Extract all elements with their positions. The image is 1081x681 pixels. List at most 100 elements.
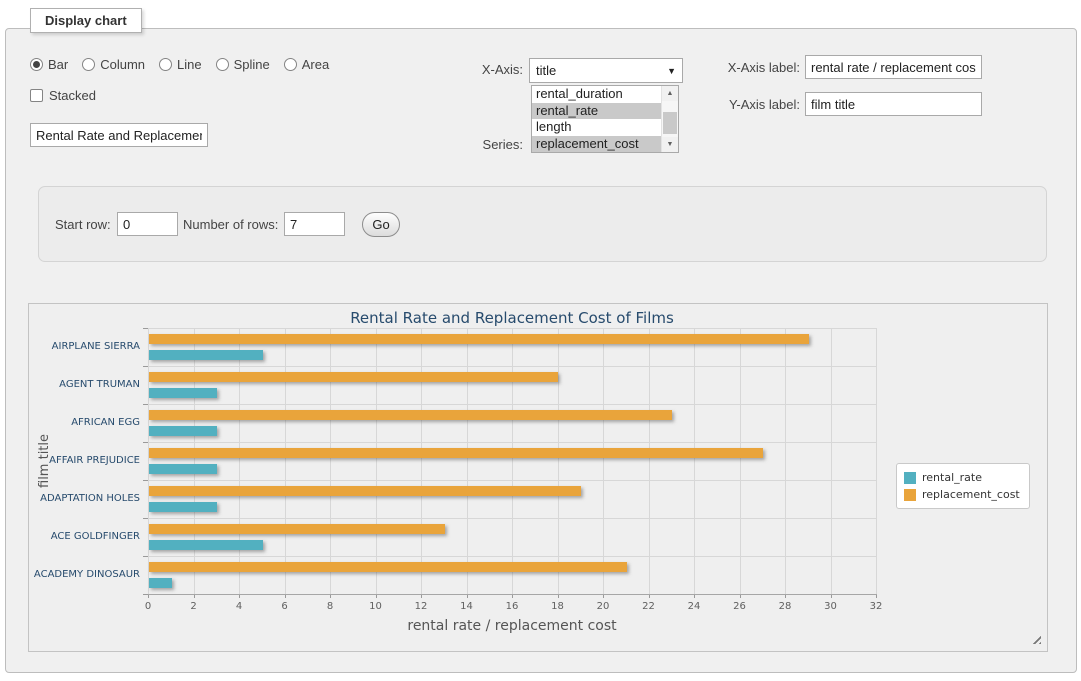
legend-swatch [904,472,916,484]
listbox-scrollbar[interactable]: ▲ ▼ [661,86,678,152]
series-option-length[interactable]: length [532,119,678,136]
radio-option-area[interactable]: Area [284,57,329,72]
radio-icon[interactable] [82,58,95,71]
bar-rental_rate [149,540,263,550]
y-tick [143,480,148,481]
y-tick [143,556,148,557]
radio-option-line[interactable]: Line [159,57,202,72]
chart-title: Rental Rate and Replacement Cost of Film… [148,309,876,327]
radio-icon[interactable] [216,58,229,71]
x-tick-label: 18 [538,601,578,612]
radio-option-bar[interactable]: Bar [30,57,68,72]
bar-rental_rate [149,388,217,398]
gridline [694,328,695,594]
x-tick-label: 32 [856,601,896,612]
gridline [330,328,331,594]
gridline [148,556,876,557]
x-tick-label: 28 [765,601,805,612]
chart-type-radio-group: Bar Column Line Spline Area [30,57,343,72]
resize-grip-icon[interactable] [1030,633,1041,644]
stacked-checkbox[interactable] [30,89,43,102]
gridline [512,328,513,594]
radio-label: Bar [48,57,68,72]
chart-title-input[interactable] [30,123,208,147]
bar-rental_rate [149,350,263,360]
gridline [785,328,786,594]
bar-replacement_cost [149,372,558,382]
x-tick-label: 26 [720,601,760,612]
radio-option-spline[interactable]: Spline [216,57,270,72]
panel-title: Display chart [30,8,142,33]
legend-item-rental_rate[interactable]: rental_rate [904,469,1020,486]
scroll-down-icon[interactable]: ▼ [662,137,678,152]
gridline [148,518,876,519]
series-option-replacement_cost[interactable]: replacement_cost [532,136,678,153]
y-axis-title: film title [37,328,52,594]
x-tick-label: 8 [310,601,350,612]
radio-icon[interactable] [159,58,172,71]
series-listbox-label: Series: [440,137,523,152]
gridline [285,328,286,594]
bar-replacement_cost [149,410,672,420]
legend-item-replacement_cost[interactable]: replacement_cost [904,486,1020,503]
stacked-option[interactable]: Stacked [30,88,96,103]
x-axis-title: rental rate / replacement cost [148,618,876,634]
radio-label: Column [100,57,145,72]
x-tick-label: 10 [356,601,396,612]
gridline [239,328,240,594]
bar-rental_rate [149,578,172,588]
x-tick-label: 30 [811,601,851,612]
x-tick-label: 24 [674,601,714,612]
legend-label: replacement_cost [922,488,1020,501]
legend-swatch [904,489,916,501]
x-axis-selected-value: title [536,63,556,78]
y-tick [143,366,148,367]
y-axis-label-caption: Y-Axis label: [700,97,800,112]
gridline [831,328,832,594]
start-row-input[interactable] [117,212,178,236]
gridline [740,328,741,594]
gridline [148,366,876,367]
gridline [558,328,559,594]
gridline [876,328,877,594]
bar-replacement_cost [149,562,627,572]
radio-icon[interactable] [30,58,43,71]
gridline [148,404,876,405]
gridline [148,480,876,481]
x-tick-label: 16 [492,601,532,612]
x-tick-label: 4 [219,601,259,612]
bar-rental_rate [149,502,217,512]
gridline [376,328,377,594]
radio-option-column[interactable]: Column [82,57,145,72]
gridline [421,328,422,594]
series-option-rental_rate[interactable]: rental_rate [532,103,678,120]
series-listbox[interactable]: rental_durationrental_ratelengthreplacem… [531,85,679,153]
y-axis-label-input[interactable] [805,92,982,116]
scrollbar-thumb[interactable] [663,112,677,134]
x-axis-select[interactable]: title ▼ [529,58,683,83]
series-option-rental_duration[interactable]: rental_duration [532,86,678,103]
bar-rental_rate [149,464,217,474]
x-tick-label: 2 [174,601,214,612]
bar-replacement_cost [149,334,809,344]
radio-icon[interactable] [284,58,297,71]
chart-legend: rental_rate replacement_cost [896,463,1030,509]
bar-replacement_cost [149,486,581,496]
scroll-up-icon[interactable]: ▲ [662,86,678,101]
go-button[interactable]: Go [362,212,400,237]
gridline [467,328,468,594]
start-row-label: Start row: [55,217,111,232]
number-of-rows-input[interactable] [284,212,345,236]
legend-label: rental_rate [922,471,982,484]
x-axis-line [148,594,877,595]
x-axis-label-input[interactable] [805,55,982,79]
y-tick [143,328,148,329]
page: Display chart Bar Column Line Spline Area St… [0,0,1081,681]
y-tick [143,442,148,443]
gridline [148,328,876,329]
bar-replacement_cost [149,524,445,534]
x-tick-label: 22 [629,601,669,612]
x-tick-label: 12 [401,601,441,612]
x-tick-label: 20 [583,601,623,612]
x-axis-label-caption: X-Axis label: [700,60,800,75]
